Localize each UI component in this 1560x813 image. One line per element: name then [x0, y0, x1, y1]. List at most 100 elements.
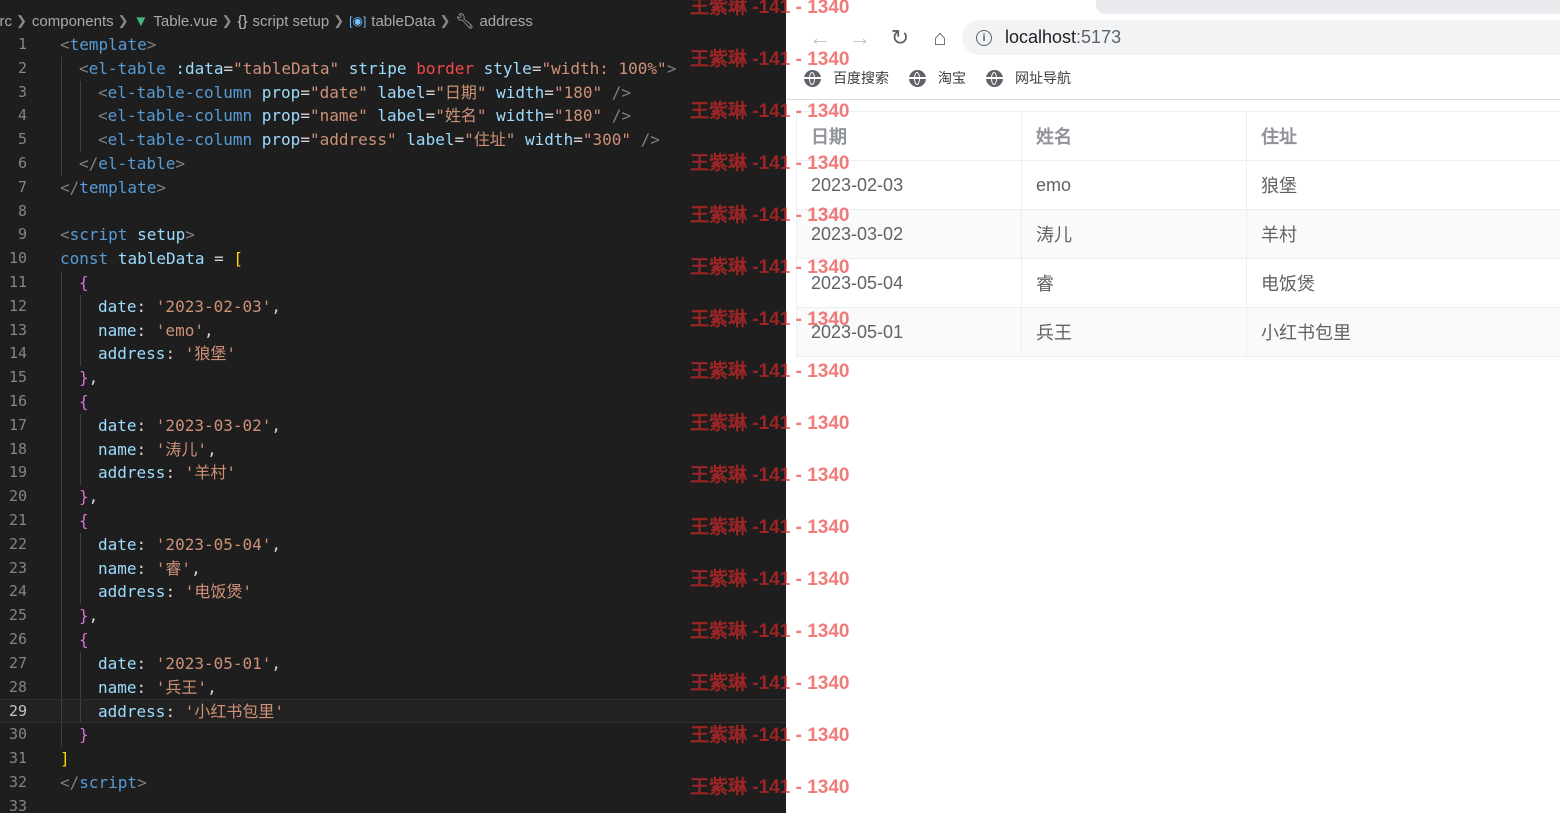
watermark-text: 王紫琳 -141 - 1340	[690, 0, 850, 18]
code-line[interactable]: 12 date: '2023-02-03',	[0, 294, 786, 319]
code-token: el-table-column	[107, 130, 253, 150]
code-line[interactable]: 1 <template>	[0, 33, 786, 57]
breadcrumb: src ❯ components ❯ ▼Table.vue ❯ {}script…	[0, 8, 533, 34]
address-bar[interactable]: i localhost:5173	[962, 20, 1560, 55]
code-token: el-table	[98, 153, 176, 173]
cell-address: 电饭煲	[1247, 259, 1560, 307]
cell-name: 兵王	[1022, 308, 1247, 356]
line-number: 28	[8, 677, 27, 696]
code-line[interactable]: 23 name: '睿',	[0, 556, 786, 581]
breadcrumb-file[interactable]: ▼ Table.vue	[134, 13, 218, 30]
code-token: width	[525, 130, 574, 150]
code-token: stripe	[348, 58, 407, 78]
code-editor[interactable]: src ❯ components ❯ ▼Table.vue ❯ {}script…	[0, 0, 786, 813]
code-text: const tableData = [	[60, 247, 243, 271]
code-line[interactable]: 24 address: '电饭煲'	[0, 580, 786, 605]
indent-guide	[80, 104, 81, 129]
reload-icon[interactable]: ↻	[880, 24, 920, 52]
indent-guide	[61, 508, 62, 533]
breadcrumb-tabledata[interactable]: [◉] tableData	[349, 13, 435, 30]
code-token: =	[425, 106, 436, 126]
code-line[interactable]: 27 date: '2023-05-01',	[0, 651, 786, 676]
table-row[interactable]: 2023-05-01 兵王 小红书包里	[797, 308, 1560, 357]
code-token: ,	[207, 439, 217, 459]
code-token: const	[60, 249, 109, 269]
code-area[interactable]: 1 <template> 2 <el-table :data="tableData" …	[0, 33, 786, 813]
code-line[interactable]: 9 <script setup>	[0, 223, 786, 247]
table-row[interactable]: 2023-03-02 涛儿 羊村	[797, 210, 1560, 259]
browser-tab-strip[interactable]	[1096, 0, 1560, 14]
code-text: {	[79, 509, 89, 533]
code-token: "180"	[553, 106, 603, 126]
code-text: date: '2023-03-02',	[98, 414, 281, 438]
code-text: date: '2023-05-04',	[98, 533, 281, 557]
code-token: prop	[261, 82, 301, 102]
code-line[interactable]: 4 <el-table-column prop="name" label="姓名"…	[0, 104, 786, 129]
code-token: script	[79, 772, 138, 792]
table-row[interactable]: 2023-05-04 睿 电饭煲	[797, 259, 1560, 308]
line-number: 18	[8, 439, 27, 458]
table-row[interactable]: 2023-02-03 emo 狼堡	[797, 161, 1560, 210]
info-icon[interactable]: i	[976, 29, 992, 46]
header-address[interactable]: 住址	[1247, 112, 1560, 160]
code-line[interactable]: 16 {	[0, 389, 786, 414]
breadcrumb-src[interactable]: src	[0, 13, 12, 30]
code-token: "name"	[309, 106, 368, 126]
code-token: =	[573, 130, 583, 150]
code-line[interactable]: 21 {	[0, 508, 786, 533]
code-line[interactable]: 32 </script>	[0, 771, 786, 795]
code-line[interactable]: 8	[0, 200, 786, 224]
code-line[interactable]: 22 date: '2023-05-04',	[0, 532, 786, 557]
watermark-text: 王紫琳 -141 - 1340	[690, 153, 850, 174]
home-icon[interactable]: ⌂	[920, 24, 960, 52]
browser-window: ← → ↻ ⌂ i localhost:5173 百度搜索 淘宝 网址导航 日期…	[786, 0, 1560, 813]
code-token: "日期"	[435, 82, 487, 102]
url-text[interactable]: localhost:5173	[1005, 27, 1121, 48]
bookmark-nav[interactable]: 网址导航	[986, 67, 1071, 89]
code-line[interactable]: 33	[0, 795, 786, 813]
code-token: :	[165, 463, 185, 483]
code-line[interactable]: 26 {	[0, 627, 786, 652]
code-line[interactable]: 17 date: '2023-03-02',	[0, 413, 786, 438]
code-line[interactable]: 19 address: '羊村'	[0, 461, 786, 486]
code-line[interactable]: 13 name: 'emo',	[0, 318, 786, 343]
code-line[interactable]: 2 <el-table :data="tableData" stripe bord…	[0, 56, 786, 81]
code-token: }	[79, 725, 89, 745]
code-token: </	[60, 772, 80, 792]
indent-guide	[80, 318, 81, 343]
code-line[interactable]: 11 {	[0, 270, 786, 295]
watermark-text: 王紫琳 -141 - 1340	[690, 257, 850, 278]
code-line[interactable]: 30}	[0, 723, 786, 747]
code-line[interactable]: 6 </el-table>	[0, 151, 786, 176]
code-line[interactable]: 29 address: '小红书包里'	[0, 699, 786, 724]
code-line[interactable]: 25},	[0, 604, 786, 628]
code-line[interactable]: 3 <el-table-column prop="date" label="日期"…	[0, 80, 786, 105]
header-name[interactable]: 姓名	[1022, 112, 1247, 160]
code-text: {	[79, 390, 89, 414]
indent-guide	[61, 651, 62, 676]
code-line[interactable]: 31]	[0, 747, 786, 771]
code-line[interactable]: 14 address: '狼堡'	[0, 342, 786, 367]
code-text: <template>	[60, 33, 156, 57]
breadcrumb-components[interactable]: components	[32, 13, 114, 30]
code-token: "住址"	[464, 130, 516, 150]
code-line[interactable]: 20},	[0, 485, 786, 509]
code-line[interactable]: 15},	[0, 366, 786, 390]
code-line[interactable]: 28 name: '兵王',	[0, 675, 786, 700]
code-line[interactable]: 7 </template>	[0, 176, 786, 200]
code-line[interactable]: 10 const tableData = [	[0, 247, 786, 271]
indent-guide	[80, 461, 81, 486]
indent-guide	[61, 128, 62, 152]
breadcrumb-address[interactable]: 🔧︎ address	[455, 12, 532, 31]
line-number: 4	[17, 106, 27, 125]
code-line[interactable]: 18 name: '涛儿',	[0, 437, 786, 462]
code-token: >	[666, 58, 677, 78]
breadcrumb-script-setup[interactable]: {} script setup	[238, 13, 330, 30]
chevron-right-icon: ❯	[333, 13, 345, 28]
bookmark-taobao[interactable]: 淘宝	[909, 67, 966, 89]
code-token: <	[60, 225, 70, 245]
code-line[interactable]: 5 <el-table-column prop="address" label="…	[0, 128, 786, 152]
